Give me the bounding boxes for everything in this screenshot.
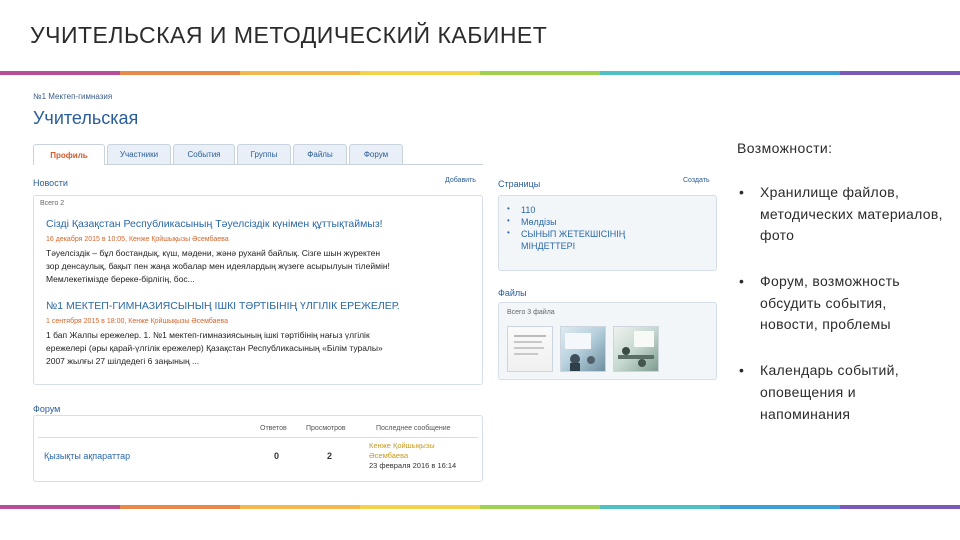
feature-text: Форум, возможность обсудить события, нов… — [760, 273, 900, 333]
bullet-icon: • — [739, 273, 745, 290]
feature-item: • Календарь событий, оповещения и напомин… — [737, 360, 947, 425]
classroom-photo-thumbnail[interactable] — [613, 326, 659, 372]
stripe-segment — [360, 71, 480, 75]
tab-files[interactable]: Файлы — [293, 144, 347, 164]
stripe-segment — [480, 71, 600, 75]
document-thumbnail[interactable] — [507, 326, 553, 372]
top-color-stripe — [0, 71, 960, 75]
news-panel: Всего 2 Сізді Қазақстан Республикасының … — [33, 195, 483, 385]
stripe-segment — [840, 505, 960, 509]
stripe-segment — [360, 505, 480, 509]
bullet-icon: • — [739, 184, 745, 200]
page-list-item[interactable]: • Мөлдізы — [507, 216, 625, 228]
bullet-icon: • — [507, 204, 510, 213]
forum-col-replies: Ответов — [260, 425, 287, 432]
forum-heading[interactable]: Форум — [33, 404, 60, 414]
forum-last-message: Кенже Қойшықызы Әсембаева 23 февраля 201… — [369, 441, 456, 470]
document-lines-icon — [514, 335, 546, 355]
stripe-segment — [0, 71, 120, 75]
stripe-segment — [0, 505, 120, 509]
page-link-line: СЫНЫП ЖЕТЕКШІСІНІҢ — [521, 229, 626, 240]
news-body-line: ережелері (әры қарай-үлгілік ережелер) Қ… — [46, 342, 383, 353]
stripe-segment — [120, 71, 240, 75]
news-body-line: 1 бап Жалпы ережелер. 1. №1 мектеп-гимна… — [46, 330, 370, 340]
news-item-body: Тәуелсіздік – бұл бостандық, күш, мәдени… — [46, 247, 476, 285]
news-add-link[interactable]: Добавить — [445, 177, 476, 184]
forum-views-count: 2 — [327, 451, 333, 461]
pages-create-link[interactable]: Создать — [683, 177, 710, 184]
forum-last-date: 23 февраля 2016 в 16:14 — [369, 460, 457, 470]
forum-topic-link[interactable]: Қызықты ақпараттар — [44, 451, 130, 461]
news-body-line: 2007 жылғы 27 шілдедегі 6 заңының ... — [46, 355, 200, 366]
bullet-icon: • — [507, 228, 510, 238]
forum-panel: Ответов Просмотров Последнее сообщение Қ… — [33, 415, 483, 482]
stripe-segment — [480, 505, 600, 509]
feature-text: Календарь событий, оповещения и напомина… — [760, 362, 899, 422]
forum-last-author[interactable]: Әсембаева — [369, 451, 456, 461]
feature-item: • Хранилище файлов, методических материал… — [737, 182, 947, 247]
news-item-meta: 16 декабря 2015 в 10:05, Кенже Қойшықызы… — [46, 236, 229, 243]
news-item-title[interactable]: Сізді Қазақстан Республикасының Тәуелсіз… — [46, 218, 383, 230]
forum-replies-count: 0 — [274, 451, 280, 461]
stripe-segment — [240, 71, 360, 75]
stripe-segment — [600, 71, 720, 75]
tab-bar: Профиль Участники События Группы Файлы Ф… — [33, 143, 483, 165]
tab-events[interactable]: События — [173, 144, 235, 164]
school-breadcrumb[interactable]: №1 Мектеп-гимназия — [33, 92, 112, 101]
pages-heading[interactable]: Страницы — [498, 179, 540, 189]
bullet-icon: • — [507, 216, 510, 226]
news-body-line: зор денсаулық, бақыт пен жаңа жобалар ме… — [46, 260, 390, 271]
news-heading[interactable]: Новости — [33, 178, 68, 188]
tab-members[interactable]: Участники — [107, 144, 171, 164]
stripe-segment — [720, 71, 840, 75]
forum-col-views: Просмотров — [306, 425, 346, 432]
files-count: Всего 3 файла — [507, 309, 555, 316]
tab-forum[interactable]: Форум — [349, 144, 403, 164]
news-body-line: Тәуелсіздік – бұл бостандық, күш, мәдени… — [46, 248, 381, 258]
news-body-line: Мемлекетімізде береке-бірлігің, бос... — [46, 273, 195, 284]
stripe-segment — [120, 505, 240, 509]
page-link[interactable]: 110 — [521, 204, 535, 216]
website-screenshot: №1 Мектеп-гимназия Учительская Профиль У… — [30, 88, 730, 488]
news-count: Всего 2 — [40, 200, 65, 207]
stripe-segment — [720, 505, 840, 509]
stripe-segment — [840, 71, 960, 75]
page-title: Учительская — [33, 108, 139, 128]
files-panel: Всего 3 файла — [498, 302, 717, 380]
forum-divider — [38, 437, 478, 438]
stripe-segment — [240, 505, 360, 509]
presentation-photo-thumbnail[interactable] — [560, 326, 606, 372]
page-list-item[interactable]: • СЫНЫП ЖЕТЕКШІСІНІҢ МІНДЕТТЕРІ — [507, 228, 625, 252]
bottom-color-stripe — [0, 505, 960, 509]
forum-last-author[interactable]: Кенже Қойшықызы — [369, 441, 456, 451]
news-item-title[interactable]: №1 МЕКТЕП-ГИМНАЗИЯСЫНЫҢ ІШКІ ТӘРТІБІНІҢ … — [46, 300, 400, 312]
news-item-body: 1 бап Жалпы ережелер. 1. №1 мектеп-гимна… — [46, 329, 476, 367]
tab-profile[interactable]: Профиль — [33, 144, 105, 165]
photo-icon — [565, 333, 595, 371]
forum-col-last: Последнее сообщение — [376, 425, 451, 432]
page-list-item[interactable]: • 110 — [507, 204, 625, 216]
stripe-segment — [600, 505, 720, 509]
features-list: • Хранилище файлов, методических материал… — [737, 182, 947, 425]
photo-icon — [618, 331, 654, 367]
tab-groups[interactable]: Группы — [237, 144, 291, 164]
slide-title: УЧИТЕЛЬСКАЯ И МЕТОДИЧЕСКИЙ КАБИНЕТ — [30, 22, 548, 48]
feature-text: Хранилище файлов, методических материало… — [760, 184, 943, 244]
features-title: Возможности: — [737, 140, 833, 156]
news-item-meta: 1 сентября 2015 в 18:00, Кенже Қойшықызы… — [46, 318, 228, 325]
page-link[interactable]: СЫНЫП ЖЕТЕКШІСІНІҢ МІНДЕТТЕРІ — [521, 228, 625, 252]
pages-panel: • 110 • Мөлдізы • СЫНЫП ЖЕТЕКШІСІНІҢ МІНДЕТТ… — [498, 195, 717, 271]
feature-item: • Форум, возможность обсудить события, но… — [737, 271, 947, 336]
page-link[interactable]: Мөлдізы — [521, 216, 557, 228]
files-heading[interactable]: Файлы — [498, 288, 527, 298]
bullet-icon: • — [739, 362, 745, 379]
page-link-line: МІНДЕТТЕРІ — [521, 241, 576, 252]
